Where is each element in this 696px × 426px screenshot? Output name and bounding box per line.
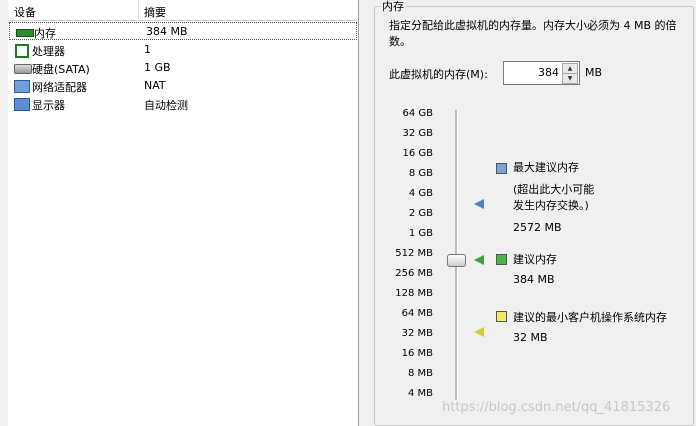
scale-tick-label: 512 MB xyxy=(395,248,433,259)
scale-tick-label: 128 MB xyxy=(395,288,433,299)
device-summary: 384 MB xyxy=(146,25,188,38)
memory-group-title: 内存 xyxy=(380,0,406,14)
scale-tick-label: 2 GB xyxy=(408,208,433,219)
display-icon xyxy=(14,98,30,111)
recommended-memory-legend-icon xyxy=(496,254,507,265)
watermark: https://blog.csdn.net/qq_41815326 xyxy=(442,400,671,415)
column-header-summary[interactable]: 摘要 xyxy=(144,4,166,20)
scale-tick-label: 64 GB xyxy=(402,108,433,119)
device-list-panel: 设备 摘要 内存 384 MB 处理器 1 硬盘(SATA) 1 GB 网络适配… xyxy=(8,0,359,426)
max-memory-legend: 最大建议内存 (超出此大小可能 发生内存交换。) 2572 MB xyxy=(513,160,594,236)
memory-field-label: 此虚拟机的内存(M): xyxy=(389,68,488,81)
spin-down-icon[interactable]: ▼ xyxy=(562,73,578,84)
min-memory-value: 32 MB xyxy=(513,331,548,344)
device-row-display[interactable]: 显示器 自动检测 xyxy=(8,95,356,113)
device-row-harddisk[interactable]: 硬盘(SATA) 1 GB xyxy=(8,59,356,77)
device-list-header: 设备 摘要 xyxy=(8,0,358,21)
scale-tick-label: 16 GB xyxy=(402,148,433,159)
scale-tick-label: 1 GB xyxy=(408,228,433,239)
scale-tick-label: 8 MB xyxy=(407,368,433,379)
recommended-marker-icon xyxy=(474,255,484,265)
device-name: 显示器 xyxy=(32,99,65,112)
scale-tick-label: 16 MB xyxy=(401,348,433,359)
device-name: 处理器 xyxy=(32,45,65,58)
column-header-device[interactable]: 设备 xyxy=(14,4,36,20)
device-name: 网络适配器 xyxy=(32,81,87,94)
memory-description: 指定分配给此虚拟机的内存量。内存大小必须为 4 MB 的倍数。 xyxy=(389,19,677,48)
device-row-memory[interactable]: 内存 384 MB xyxy=(9,22,357,40)
device-row-cpu[interactable]: 处理器 1 xyxy=(8,41,356,59)
recommended-memory-legend: 建议内存 384 MB xyxy=(513,252,557,288)
max-memory-note-line1: (超出此大小可能 xyxy=(513,183,595,196)
network-icon xyxy=(14,80,30,93)
max-memory-title: 最大建议内存 xyxy=(513,161,579,174)
min-memory-title: 建议的最小客户机操作系统内存 xyxy=(513,311,667,324)
recommended-memory-title: 建议内存 xyxy=(513,253,557,266)
scale-tick-label: 256 MB xyxy=(395,268,433,279)
scale-tick-label: 64 MB xyxy=(401,308,433,319)
memory-slider-thumb[interactable] xyxy=(447,254,466,267)
min-memory-legend: 建议的最小客户机操作系统内存 32 MB xyxy=(513,310,667,346)
max-memory-note-line2: 发生内存交换。) xyxy=(513,199,589,212)
scale-tick-label: 32 MB xyxy=(401,328,433,339)
scale-tick-label: 32 GB xyxy=(402,128,433,139)
harddisk-icon xyxy=(14,64,32,74)
column-separator[interactable] xyxy=(138,0,139,20)
device-name: 硬盘(SATA) xyxy=(32,63,90,76)
memory-unit: MB xyxy=(585,66,603,79)
scale-tick-label: 4 GB xyxy=(408,188,433,199)
max-memory-value: 2572 MB xyxy=(513,221,562,234)
min-memory-legend-icon xyxy=(496,311,507,322)
max-memory-legend-icon xyxy=(496,163,507,174)
min-recommended-marker-icon xyxy=(474,327,484,337)
device-name: 内存 xyxy=(34,27,56,40)
device-summary: 自动检测 xyxy=(144,99,188,112)
device-summary: 1 xyxy=(144,43,151,56)
memory-input[interactable]: 384 xyxy=(538,66,559,79)
max-recommended-marker-icon xyxy=(474,199,484,209)
device-row-network[interactable]: 网络适配器 NAT xyxy=(8,77,356,95)
cpu-icon xyxy=(15,44,29,58)
recommended-memory-value: 384 MB xyxy=(513,273,555,286)
scale-tick-label: 8 GB xyxy=(408,168,433,179)
memory-spinbox[interactable]: 384 ▲ ▼ xyxy=(503,61,580,85)
memory-icon xyxy=(16,29,34,37)
device-summary: 1 GB xyxy=(144,61,171,74)
scale-tick-label: 4 MB xyxy=(407,388,433,399)
device-summary: NAT xyxy=(144,79,166,92)
